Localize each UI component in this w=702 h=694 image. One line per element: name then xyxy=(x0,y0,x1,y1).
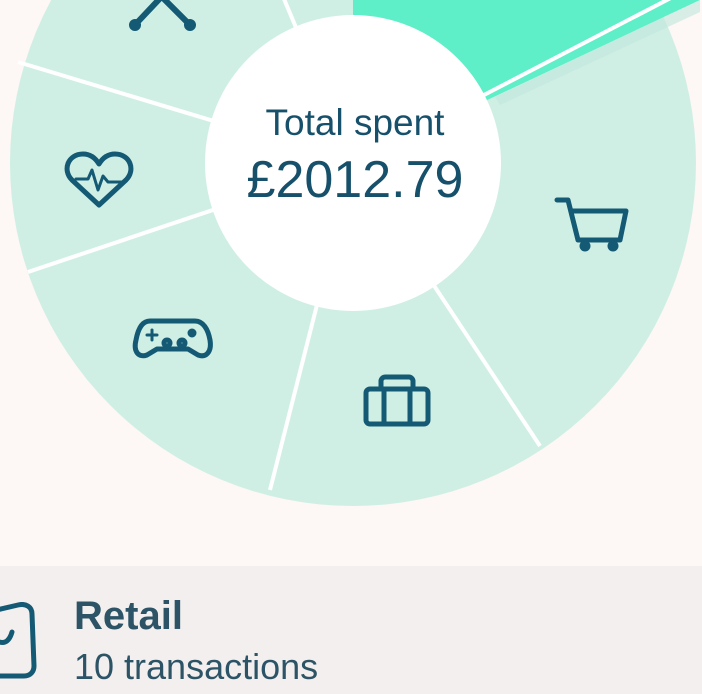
donut-svg xyxy=(10,0,700,506)
category-name: Retail xyxy=(74,594,183,638)
total-spent-value: £2012.79 xyxy=(246,151,464,209)
selected-category-panel[interactable]: Retail 10 transactions xyxy=(0,566,702,694)
spending-donut-chart: Total spent £2012.79 xyxy=(0,0,702,566)
transaction-count: 10 transactions xyxy=(74,646,319,687)
total-spent-label: Total spent xyxy=(265,102,445,143)
shopping-bag-icon xyxy=(0,602,37,679)
